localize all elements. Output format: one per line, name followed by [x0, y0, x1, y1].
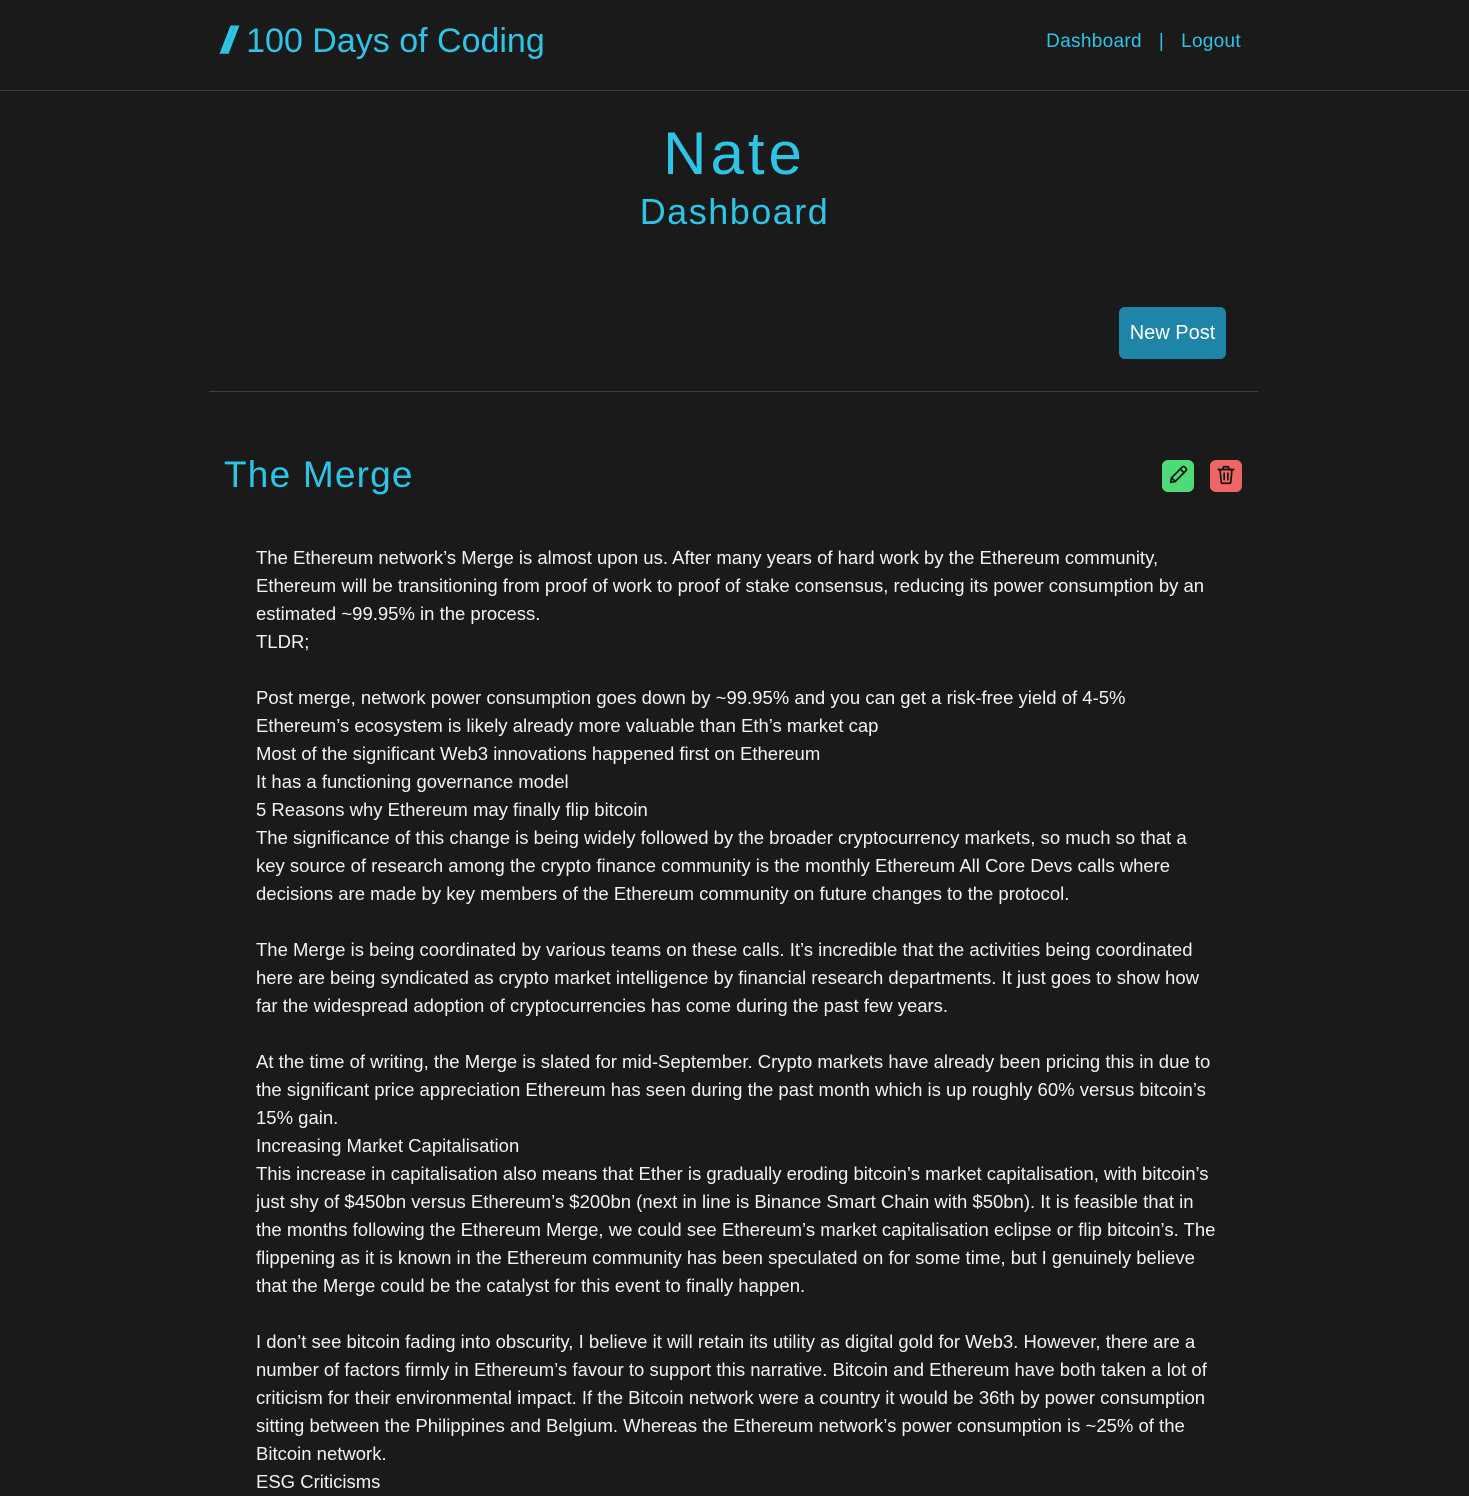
slash-logo-icon: //	[221, 20, 236, 62]
post-paragraph: The Merge is being coordinated by variou…	[256, 939, 1199, 1016]
post-paragraph: It has a functioning governance model	[256, 771, 569, 792]
paragraph-spacer	[256, 656, 1216, 684]
paragraph-spacer	[256, 1020, 1216, 1048]
post-paragraph: ESG Criticisms	[256, 1471, 381, 1492]
trash-icon	[1215, 464, 1237, 489]
nav-links: Dashboard | Logout	[1046, 31, 1241, 53]
nav-logout-link[interactable]: Logout	[1181, 31, 1241, 53]
paragraph-spacer	[256, 1300, 1216, 1328]
post-paragraph: TLDR;	[256, 631, 310, 652]
post-title: The Merge	[224, 454, 414, 495]
post-paragraph: The Ethereum network’s Merge is almost u…	[256, 547, 1205, 624]
post-paragraph: Post merge, network power consumption go…	[256, 687, 1126, 708]
post-paragraph: I don’t see bitcoin fading into obscurit…	[256, 1331, 1207, 1464]
divider	[209, 391, 1258, 392]
page-title: Dashboard	[639, 191, 830, 232]
new-post-button[interactable]: New Post	[1119, 307, 1226, 359]
top-navbar: // 100 Days of Coding Dashboard | Logout	[0, 0, 1469, 91]
brand-logo-link[interactable]: // 100 Days of Coding	[221, 22, 545, 60]
post-paragraph: Ethereum’s ecosystem is likely already m…	[256, 715, 879, 736]
post-paragraph: 5 Reasons why Ethereum may finally flip …	[256, 799, 648, 820]
edit-post-button[interactable]	[1162, 460, 1194, 492]
post-paragraph: This increase in capitalisation also mea…	[256, 1163, 1216, 1296]
post-paragraph: Increasing Market Capitalisation	[256, 1135, 520, 1156]
post-paragraph: Most of the significant Web3 innovations…	[256, 743, 821, 764]
post-paragraph: The significance of this change is being…	[256, 827, 1187, 904]
nav-dashboard-link[interactable]: Dashboard	[1046, 31, 1142, 53]
post-paragraph: At the time of writing, the Merge is sla…	[256, 1051, 1211, 1128]
username-heading: Nate	[663, 120, 806, 187]
pencil-icon	[1167, 464, 1189, 489]
brand-title: 100 Days of Coding	[246, 22, 545, 60]
page-header: Nate Dashboard	[0, 118, 1469, 234]
post-body: The Ethereum network’s Merge is almost u…	[256, 544, 1216, 1496]
paragraph-spacer	[256, 908, 1216, 936]
delete-post-button[interactable]	[1210, 460, 1242, 492]
nav-separator: |	[1158, 31, 1165, 52]
